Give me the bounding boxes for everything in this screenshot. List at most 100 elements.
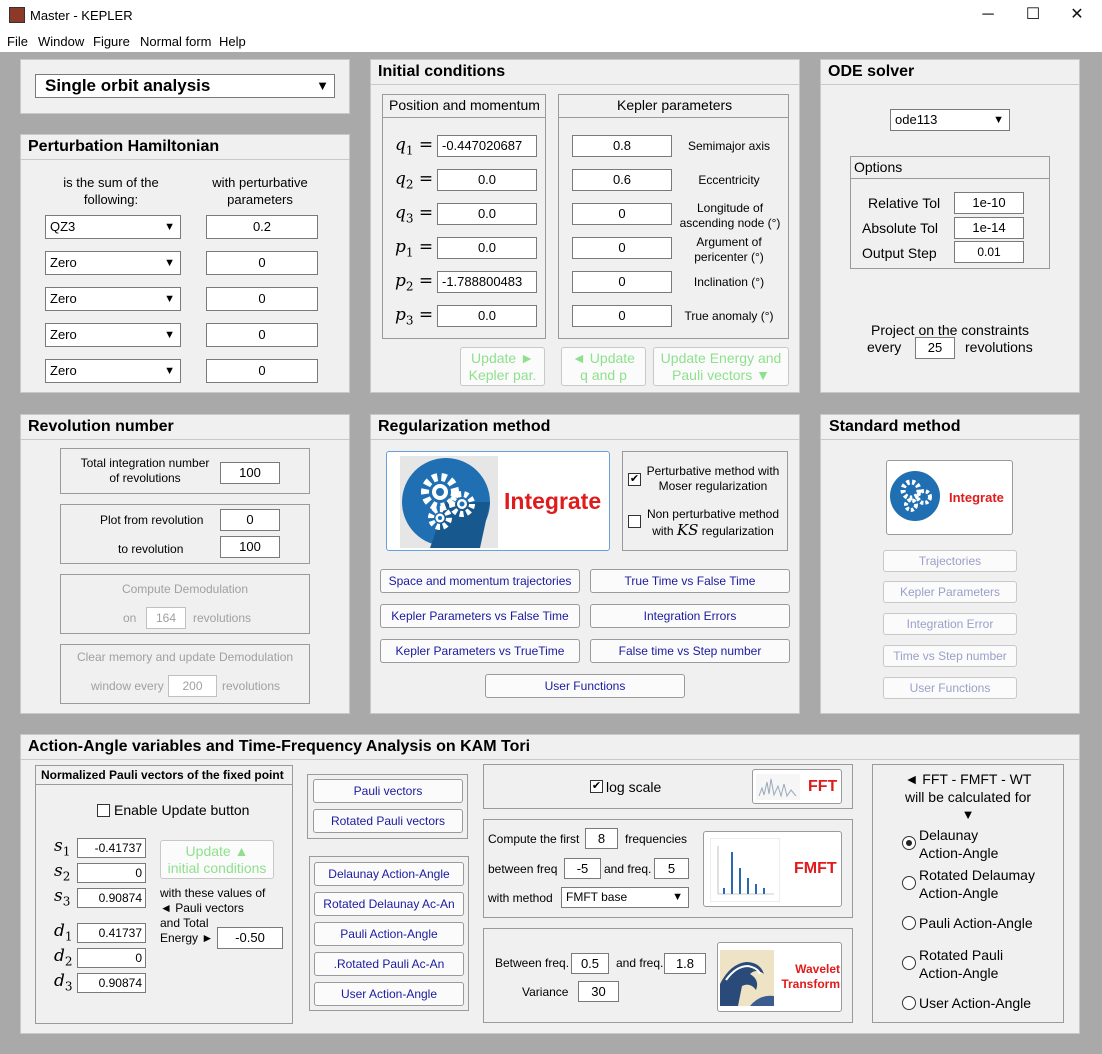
param-field-5[interactable]: 0 [206, 359, 318, 383]
menu-help[interactable]: Help [219, 34, 246, 49]
term-select-1[interactable]: QZ3 ▼ [45, 215, 181, 239]
update-energy-button[interactable]: Update Energy and Pauli vectors ▼ [653, 347, 789, 386]
kepler-vs-false-time-button[interactable]: Kepler Parameters vs False Time [380, 604, 580, 628]
moser-checkbox[interactable]: ✔ [628, 473, 641, 486]
maximize-icon[interactable]: ☐ [1022, 4, 1044, 26]
rotated-pauli-vectors-button[interactable]: Rotated Pauli vectors [313, 809, 463, 833]
standard-integrate-label: Integrate [949, 490, 1004, 505]
term-select-4[interactable]: Zero ▼ [45, 323, 181, 347]
wave-lo-field[interactable]: 0.5 [571, 953, 609, 974]
demodulation-label: Compute Demodulation [121, 582, 249, 596]
space-momentum-button[interactable]: Space and momentum trajectories [380, 569, 580, 593]
pericenter-field[interactable]: 0 [572, 237, 672, 259]
s3-field[interactable]: 0.90874 [77, 888, 146, 908]
output-step-field[interactable]: 0.01 [954, 241, 1024, 263]
log-scale-checkbox[interactable]: ✔ [590, 780, 603, 793]
wavelet-button[interactable]: Wavelet Transform [717, 942, 842, 1012]
d1-symbol: d1 [54, 921, 73, 944]
freq-count-field[interactable]: 8 [585, 828, 618, 849]
method-select[interactable]: FMFT base ▼ [561, 887, 689, 908]
true-vs-false-time-button[interactable]: True Time vs False Time [590, 569, 790, 593]
std-kepler-params-button[interactable]: Kepler Parameters [883, 581, 1017, 603]
q3-field[interactable]: 0.0 [437, 203, 537, 225]
p2-field[interactable]: -1.788800483 [437, 271, 537, 293]
user-functions-button[interactable]: User Functions [485, 674, 685, 698]
integrate-button[interactable]: Integrate [386, 451, 610, 551]
p3-field[interactable]: 0.0 [437, 305, 537, 327]
menu-figure[interactable]: Figure [93, 34, 130, 49]
semimajor-field[interactable]: 0.8 [572, 135, 672, 157]
enable-update-checkbox[interactable] [97, 804, 110, 817]
delaunay-aa-button[interactable]: Delaunay Action-Angle [314, 862, 464, 886]
radio-rotated-pauli[interactable] [902, 956, 916, 970]
menu-file[interactable]: File [7, 34, 28, 49]
inclination-field[interactable]: 0 [572, 271, 672, 293]
rotated-pauli-aa-button[interactable]: .Rotated Pauli Ac-An [314, 952, 464, 976]
variance-field[interactable]: 30 [578, 981, 619, 1002]
fft-button[interactable]: FFT [752, 769, 842, 804]
demod-on-field[interactable]: 164 [146, 607, 186, 629]
to-revolution-field[interactable]: 100 [220, 536, 280, 558]
update-qp-button[interactable]: ◄ Update q and p [561, 347, 646, 386]
trajectories-button[interactable]: Trajectories [883, 550, 1017, 572]
term-select-2[interactable]: Zero ▼ [45, 251, 181, 275]
abs-tol-field[interactable]: 1e-14 [954, 217, 1024, 239]
rel-tol-field[interactable]: 1e-10 [954, 192, 1024, 214]
pauli-vectors-button[interactable]: Pauli vectors [313, 779, 463, 803]
app-icon [9, 7, 25, 23]
window-title: Master - KEPLER [30, 8, 133, 23]
radio-user[interactable] [902, 996, 916, 1010]
user-aa-button[interactable]: User Action-Angle [314, 982, 464, 1006]
false-time-vs-step-button[interactable]: False time vs Step number [590, 639, 790, 663]
plot-from-field[interactable]: 0 [220, 509, 280, 531]
fmft-button[interactable]: FMFT [703, 831, 842, 907]
rotated-delaunay-aa-button[interactable]: Rotated Delaunay Ac-An [314, 892, 464, 916]
pauli-aa-button[interactable]: Pauli Action-Angle [314, 922, 464, 946]
wave-hi-field[interactable]: 1.8 [664, 953, 706, 974]
log-scale-label: log scale [606, 779, 662, 795]
std-integration-error-button[interactable]: Integration Error [883, 613, 1017, 635]
std-user-functions-button[interactable]: User Functions [883, 677, 1017, 699]
ks-checkbox[interactable] [628, 515, 641, 528]
q2-field[interactable]: 0.0 [437, 169, 537, 191]
solver-select[interactable]: ode113 ▼ [890, 109, 1010, 131]
update-initial-conditions-button[interactable]: Update ▲ initial conditions [160, 840, 274, 879]
freq-hi-field[interactable]: 5 [654, 858, 689, 879]
freq-lo-field[interactable]: -5 [564, 858, 601, 879]
p1-field[interactable]: 0.0 [437, 237, 537, 259]
wave-and-label: and freq. [616, 956, 664, 970]
radio-delaunay[interactable] [902, 836, 916, 850]
menu-normal-form[interactable]: Normal form [140, 34, 212, 49]
term-select-5[interactable]: Zero ▼ [45, 359, 181, 383]
close-icon[interactable]: ✕ [1066, 4, 1088, 26]
s2-field[interactable]: 0 [77, 863, 146, 883]
minimize-icon[interactable]: ─ [977, 4, 999, 26]
clear-memory-label: Clear memory and update Demodulation [76, 650, 294, 664]
eccentricity-field[interactable]: 0.6 [572, 169, 672, 191]
term-select-3[interactable]: Zero ▼ [45, 287, 181, 311]
energy-field[interactable]: -0.50 [217, 927, 283, 949]
std-time-vs-step-button[interactable]: Time vs Step number [883, 645, 1017, 667]
analysis-select[interactable]: Single orbit analysis ▼ [35, 74, 335, 98]
menu-window[interactable]: Window [38, 34, 84, 49]
update-kepler-button[interactable]: Update ► Kepler par. [460, 347, 545, 386]
q1-field[interactable]: -0.447020687 [437, 135, 537, 157]
d1-field[interactable]: 0.41737 [77, 923, 146, 943]
standard-integrate-button[interactable]: Integrate [886, 460, 1013, 535]
param-field-4[interactable]: 0 [206, 323, 318, 347]
true-anomaly-field[interactable]: 0 [572, 305, 672, 327]
integration-errors-button[interactable]: Integration Errors [590, 604, 790, 628]
total-field[interactable]: 100 [220, 462, 280, 484]
param-field-2[interactable]: 0 [206, 251, 318, 275]
radio-pauli[interactable] [902, 916, 916, 930]
every-field[interactable]: 25 [915, 337, 955, 359]
window-every-field[interactable]: 200 [168, 675, 217, 697]
param-field-1[interactable]: 0.2 [206, 215, 318, 239]
d2-field[interactable]: 0 [77, 948, 146, 968]
longitude-field[interactable]: 0 [572, 203, 672, 225]
s1-field[interactable]: -0.41737 [77, 838, 146, 858]
radio-rotated-delaunay[interactable] [902, 876, 916, 890]
d3-field[interactable]: 0.90874 [77, 973, 146, 993]
kepler-vs-true-time-button[interactable]: Kepler Parameters vs TrueTime [380, 639, 580, 663]
param-field-3[interactable]: 0 [206, 287, 318, 311]
